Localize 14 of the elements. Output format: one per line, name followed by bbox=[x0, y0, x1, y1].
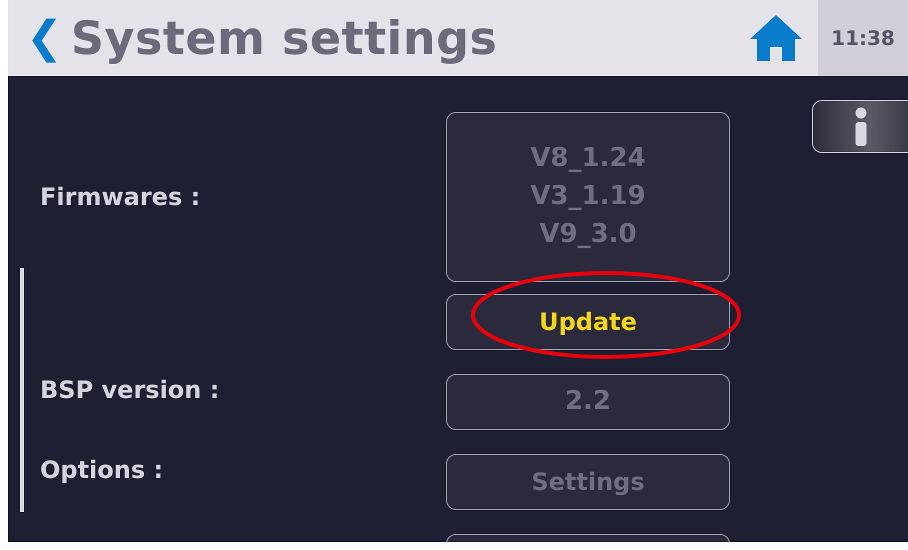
clock: 11:38 bbox=[818, 0, 908, 76]
info-icon bbox=[854, 106, 868, 146]
home-icon[interactable] bbox=[748, 13, 804, 63]
row-label: Firmwares : bbox=[39, 182, 202, 213]
row-label: Options : bbox=[39, 455, 164, 486]
scrollbar[interactable] bbox=[20, 268, 24, 512]
action-button[interactable]: Update bbox=[446, 294, 730, 350]
window-title: System settings bbox=[70, 10, 498, 66]
firmware-version: V9_3.0 bbox=[539, 218, 637, 251]
info-button[interactable] bbox=[812, 100, 908, 153]
firmware-version: V3_1.19 bbox=[530, 180, 646, 214]
firmware-version: V8_1.24 bbox=[530, 142, 646, 176]
row-label: BSP version : bbox=[39, 375, 220, 406]
bsp-version-display: 2.2 bbox=[446, 374, 730, 430]
